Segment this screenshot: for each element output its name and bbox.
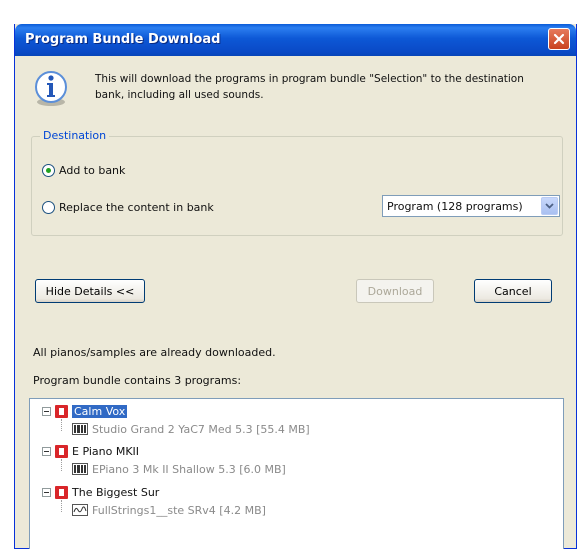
- title-bar[interactable]: Program Bundle Download: [15, 24, 576, 56]
- hide-details-button[interactable]: Hide Details <<: [35, 279, 145, 303]
- bank-select-value: Program (128 programs): [387, 200, 523, 213]
- collapse-toggle[interactable]: [42, 446, 51, 456]
- download-button[interactable]: Download: [356, 279, 434, 303]
- radio-add-label: Add to bank: [59, 164, 126, 177]
- tree-item-program[interactable]: E Piano MKII: [42, 443, 139, 459]
- program-icon: [55, 404, 68, 418]
- program-name[interactable]: Calm Vox: [70, 403, 129, 419]
- info-line-1: This will download the programs in progr…: [95, 73, 524, 85]
- sample-name: EPiano 3 Mk II Shallow 5.3 [6.0 MB]: [92, 462, 286, 476]
- radio-add-to-bank[interactable]: Add to bank: [42, 164, 125, 177]
- radio-replace-label: Replace the content in bank: [59, 201, 214, 214]
- info-line-2: bank, including all used sounds.: [95, 89, 264, 101]
- program-name[interactable]: The Biggest Sur: [72, 486, 159, 499]
- close-button[interactable]: [548, 28, 570, 50]
- program-tree[interactable]: Calm Vox Studio Grand 2 YaC7 Med 5.3 [55…: [29, 398, 564, 549]
- destination-group: Destination Add to bank Replace the cont…: [31, 129, 563, 236]
- sample-name: Studio Grand 2 YaC7 Med 5.3 [55.4 MB]: [92, 422, 310, 436]
- tree-item-program[interactable]: Calm Vox: [42, 403, 129, 419]
- tree-item-sample[interactable]: Studio Grand 2 YaC7 Med 5.3 [55.4 MB]: [72, 421, 310, 437]
- tree-item-program[interactable]: The Biggest Sur: [42, 484, 159, 500]
- sample-name: FullStrings1__ste SRv4 [4.2 MB]: [92, 503, 266, 517]
- bundle-summary-text: Program bundle contains 3 programs:: [33, 374, 242, 387]
- tree-item-sample[interactable]: FullStrings1__ste SRv4 [4.2 MB]: [72, 502, 266, 518]
- wave-icon: [72, 504, 88, 516]
- info-message: This will download the programs in progr…: [95, 71, 565, 103]
- radio-button-unchecked[interactable]: [42, 201, 55, 214]
- bank-select[interactable]: Program (128 programs): [382, 195, 560, 217]
- info-icon: [35, 71, 67, 106]
- collapse-toggle[interactable]: [42, 487, 51, 497]
- radio-button-checked[interactable]: [42, 164, 55, 177]
- download-status-text: All pianos/samples are already downloade…: [33, 346, 276, 359]
- close-icon: [553, 33, 565, 45]
- chevron-down-icon: [545, 203, 554, 209]
- radio-replace-bank[interactable]: Replace the content in bank: [42, 201, 214, 214]
- window-title: Program Bundle Download: [25, 32, 221, 47]
- collapse-toggle[interactable]: [42, 406, 51, 416]
- program-icon: [55, 444, 68, 458]
- dialog-window: Program Bundle Download This will downlo…: [14, 24, 577, 549]
- piano-icon: [72, 463, 88, 475]
- destination-label: Destination: [40, 129, 110, 142]
- tree-item-sample[interactable]: EPiano 3 Mk II Shallow 5.3 [6.0 MB]: [72, 461, 286, 477]
- program-icon: [55, 485, 68, 499]
- cancel-button[interactable]: Cancel: [474, 279, 552, 303]
- program-name[interactable]: E Piano MKII: [72, 445, 139, 458]
- dropdown-button[interactable]: [541, 197, 558, 215]
- piano-icon: [72, 423, 88, 435]
